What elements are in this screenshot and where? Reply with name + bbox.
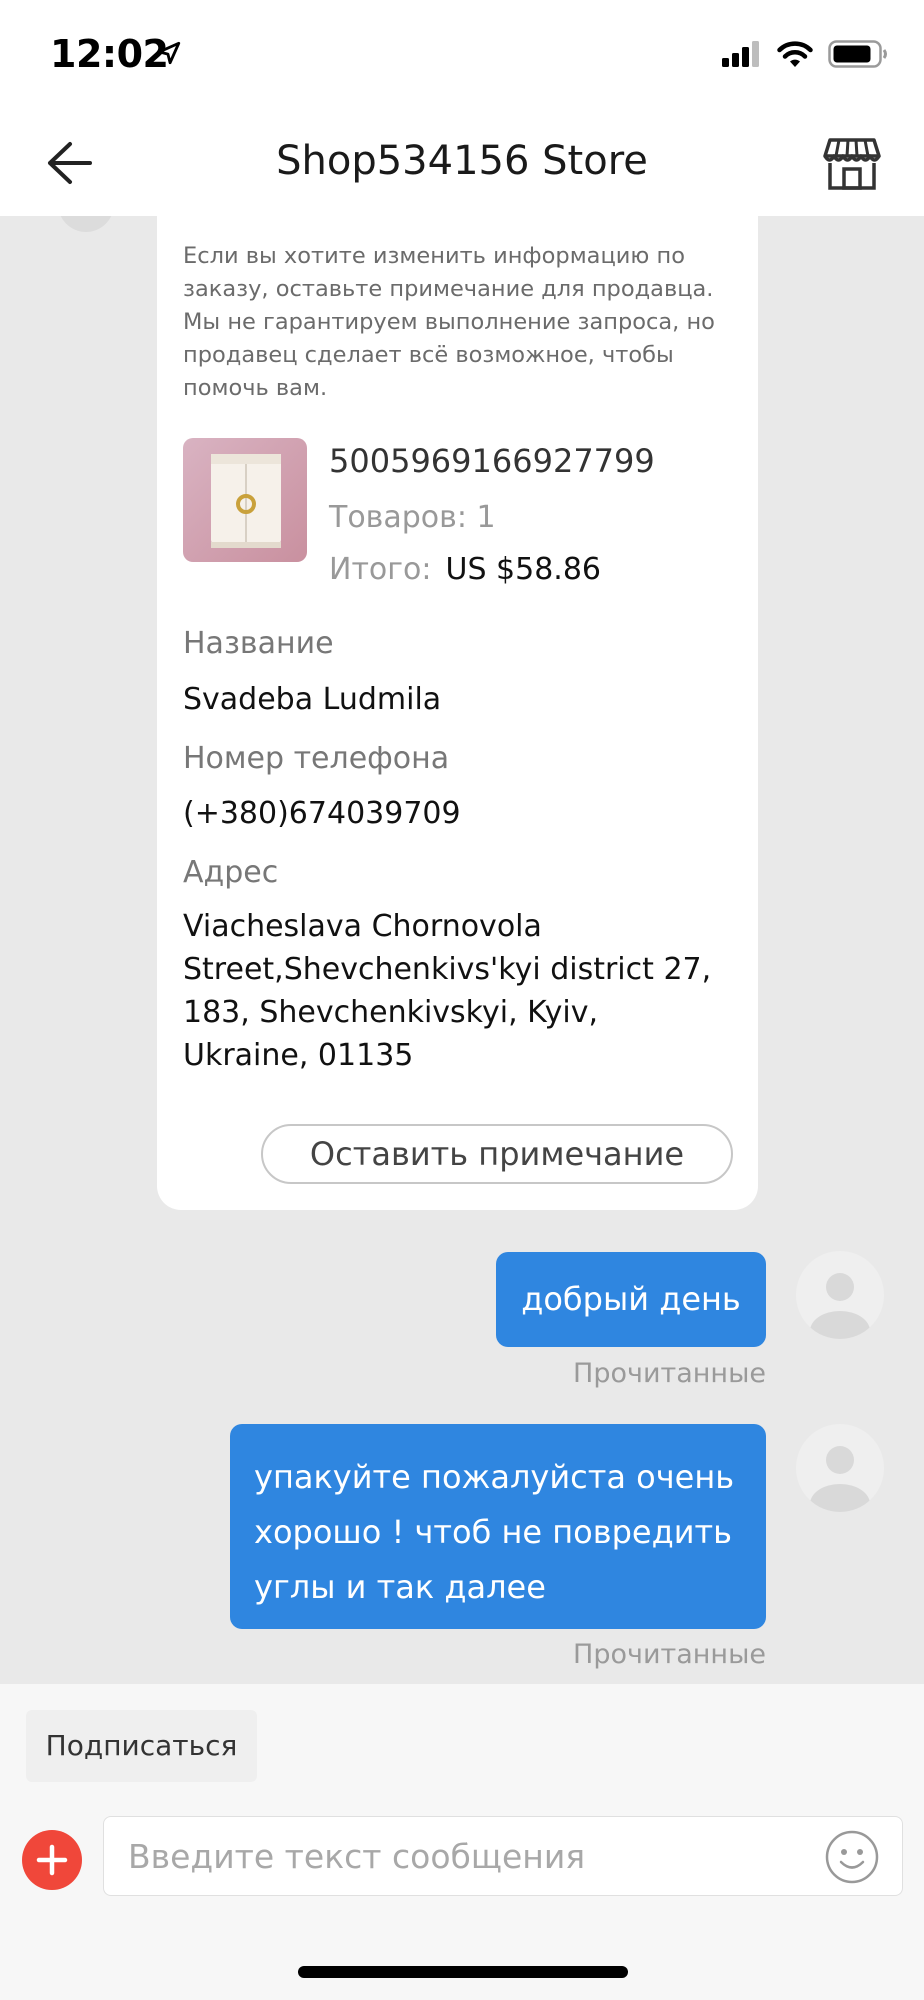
order-notice: Если вы хотите изменить информацию по за… [183,243,715,401]
read-status: Прочитанные [573,1639,766,1670]
emoji-button[interactable] [824,1829,880,1885]
leave-note-button[interactable]: Оставить примечание [261,1124,733,1184]
status-icons [722,40,888,72]
message-input[interactable] [128,1817,818,1895]
message-input-container [103,1816,903,1896]
subscribe-button[interactable]: Подписаться [26,1710,257,1782]
avatar-placeholder-icon [810,1273,870,1339]
home-indicator[interactable] [298,1966,628,1978]
name-label: Название [183,626,334,661]
cellular-signal-icon [722,41,762,71]
storefront-icon [823,138,881,190]
product-image [183,438,307,562]
plus-button[interactable] [22,1830,82,1890]
name-value: Svadeba Ludmila [183,682,442,717]
order-total: Итого: US $58.86 [329,552,601,587]
message-bubble[interactable]: добрый день [496,1252,766,1347]
battery-icon [828,40,888,72]
goods-count: Товаров: 1 [329,500,496,535]
total-value: US $58.86 [445,552,602,587]
seller-avatar [58,216,114,232]
chat-header: Shop534156 Store [0,110,924,216]
composer: Подписаться [0,1684,924,2000]
page-title: Shop534156 Store [276,138,648,184]
user-avatar [796,1424,884,1512]
emoji-smile-icon [825,1830,879,1884]
store-button[interactable] [822,136,882,192]
plus-icon [36,1844,68,1876]
location-arrow-icon [156,40,182,70]
order-number[interactable]: 5005969166927799 [329,442,655,480]
address-value: Viacheslava Chornovola Street,Shevchenki… [183,909,712,1073]
status-bar: 12:02 [0,0,924,110]
product-thumbnail[interactable] [183,438,307,562]
status-time: 12:02 [50,32,169,76]
address-label: Адрес [183,855,279,890]
read-status: Прочитанные [573,1358,766,1389]
avatar-placeholder-icon [810,1446,870,1512]
order-card: Если вы хотите изменить информацию по за… [157,216,758,1210]
chat-area[interactable]: Если вы хотите изменить информацию по за… [0,216,924,1684]
phone-label: Номер телефона [183,741,450,776]
phone-value: (+380)674039709 [183,796,461,831]
message-bubble[interactable]: упакуйте пожалуйста очень хорошо ! чтоб … [230,1424,766,1629]
user-avatar [796,1251,884,1339]
wifi-icon [776,40,814,72]
total-label: Итого: [329,552,432,587]
